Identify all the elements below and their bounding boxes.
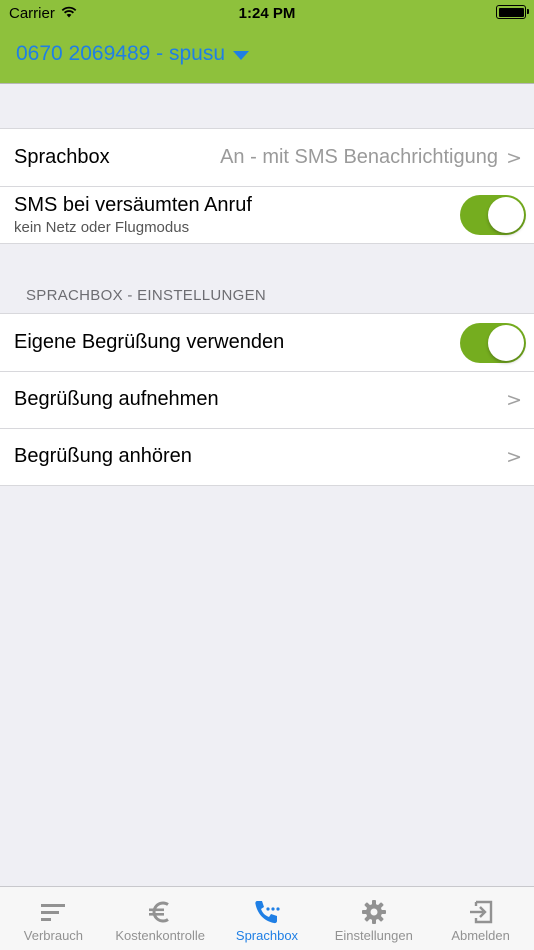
bars-icon [40, 897, 66, 927]
voicemail-group: Sprachbox An - mit SMS Benachrichtigung … [0, 128, 534, 244]
sms-missed-sublabel: kein Netz oder Flugmodus [14, 218, 190, 236]
section-header: SPRACHBOX - EINSTELLUNGEN [26, 287, 267, 304]
sprachbox-value: An - mit SMS Benachrichtigung [220, 146, 498, 168]
status-bar: Carrier 1:24 PM [0, 0, 534, 28]
tab-bar: Verbrauch Kostenkontrolle Sprachbox Eins… [0, 886, 534, 950]
greeting-group: Eigene Begrüßung verwenden Begrüßung auf… [0, 313, 534, 486]
record-greeting-label: Begrüßung aufnehmen [14, 388, 219, 410]
record-greeting-row[interactable]: Begrüßung aufnehmen > [0, 371, 534, 428]
status-right [496, 5, 529, 19]
own-greeting-label: Eigene Begrüßung verwenden [14, 331, 285, 353]
tab-abmelden[interactable]: Abmelden [427, 887, 534, 950]
euro-icon [147, 897, 173, 927]
status-time: 1:24 PM [238, 5, 296, 22]
account-selector[interactable]: 0670 2069489 - spusu [16, 42, 250, 66]
listen-greeting-row[interactable]: Begrüßung anhören > [0, 428, 534, 485]
own-greeting-toggle[interactable] [460, 322, 526, 363]
chevron-right-icon: > [506, 445, 522, 468]
tab-kostenkontrolle[interactable]: Kostenkontrolle [107, 887, 214, 950]
account-title: 0670 2069489 - spusu [16, 42, 226, 65]
tab-einstellungen[interactable]: Einstellungen [320, 887, 427, 950]
tab-verbrauch[interactable]: Verbrauch [0, 887, 107, 950]
tab-label: Sprachbox [235, 928, 299, 943]
caret-down-icon [233, 50, 250, 60]
logout-icon [468, 897, 494, 927]
tab-label: Abmelden [451, 928, 510, 943]
gear-icon [361, 897, 387, 927]
own-greeting-row: Eigene Begrüßung verwenden [0, 314, 534, 371]
tab-sprachbox[interactable]: Sprachbox [214, 887, 321, 950]
sms-missed-row: SMS bei versäumten Anruf kein Netz oder … [0, 186, 534, 243]
listen-greeting-label: Begrüßung anhören [14, 445, 192, 467]
sms-missed-label: SMS bei versäumten Anruf [14, 193, 252, 216]
battery-icon [496, 5, 529, 19]
tab-label: Kostenkontrolle [115, 928, 205, 943]
tab-label: Einstellungen [334, 928, 413, 943]
navigation-bar: 0670 2069489 - spusu [0, 28, 534, 84]
phone-dots-icon [253, 897, 281, 927]
sprachbox-row[interactable]: Sprachbox An - mit SMS Benachrichtigung … [0, 129, 534, 186]
sms-missed-toggle[interactable] [460, 194, 526, 235]
tab-label: Verbrauch [23, 928, 84, 943]
sprachbox-label: Sprachbox [14, 146, 110, 168]
chevron-right-icon: > [506, 146, 522, 169]
chevron-right-icon: > [506, 388, 522, 411]
